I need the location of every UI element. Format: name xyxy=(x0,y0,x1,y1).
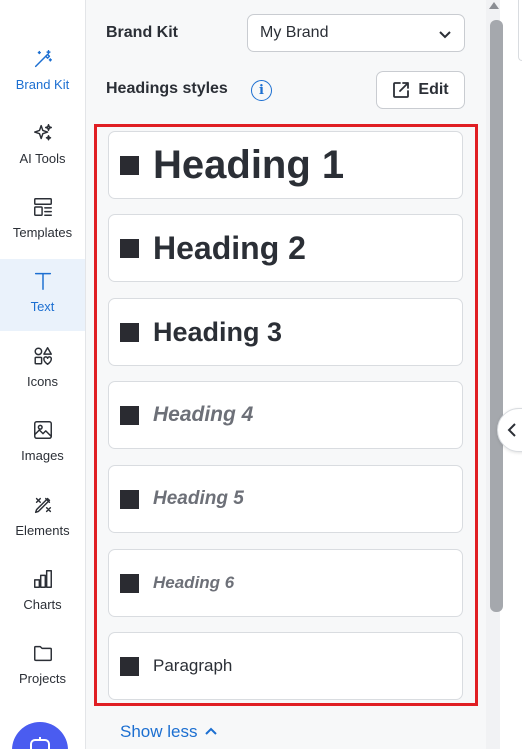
color-swatch[interactable] xyxy=(120,406,139,425)
edit-button-label: Edit xyxy=(418,81,449,98)
edit-button[interactable]: Edit xyxy=(376,71,465,109)
color-swatch[interactable] xyxy=(120,239,139,258)
brand-kit-label: Brand Kit xyxy=(106,24,178,41)
robot-icon xyxy=(30,737,50,749)
sparkles-icon xyxy=(31,121,55,145)
headings-styles-label: Headings styles xyxy=(106,80,228,97)
color-swatch[interactable] xyxy=(120,657,139,676)
headings-styles-row: Headings styles i Edit xyxy=(106,71,466,109)
rail-item-charts[interactable]: Charts xyxy=(0,557,85,629)
style-card-paragraph[interactable]: Paragraph xyxy=(108,632,463,700)
rail-item-label: Images xyxy=(21,448,64,463)
rail-item-projects[interactable]: Projects xyxy=(0,631,85,703)
text-styles-panel: Brand Kit My Brand Headings styles i Edi… xyxy=(86,0,486,749)
rail-item-label: Templates xyxy=(12,225,73,240)
color-swatch[interactable] xyxy=(120,156,139,175)
style-card-label: Heading 3 xyxy=(153,316,283,347)
show-less-link[interactable]: Show less xyxy=(120,722,218,742)
style-card-heading-5[interactable]: Heading 5 xyxy=(108,465,463,533)
brand-select[interactable]: My Brand xyxy=(247,14,465,52)
shapes-icon xyxy=(31,344,55,368)
style-card-label: Paragraph xyxy=(153,656,233,675)
rail-item-label: AI Tools xyxy=(19,151,66,166)
style-card-heading-3[interactable]: Heading 3 xyxy=(108,298,463,366)
rail-item-brand-kit[interactable]: Brand Kit xyxy=(0,37,85,109)
external-edit-icon xyxy=(393,82,410,98)
folder-icon xyxy=(31,641,55,665)
color-swatch[interactable] xyxy=(120,574,139,593)
brand-select-value: My Brand xyxy=(260,24,329,41)
rail-item-images[interactable]: Images xyxy=(0,408,85,480)
style-card-label: Heading 2 xyxy=(153,229,306,266)
rail-item-label: Charts xyxy=(23,597,62,612)
bar-chart-icon xyxy=(31,567,55,591)
rail-item-label: Projects xyxy=(19,671,66,686)
elements-icon xyxy=(31,493,55,517)
image-icon xyxy=(31,418,55,442)
chevron-down-icon xyxy=(438,27,452,41)
color-swatch[interactable] xyxy=(120,323,139,342)
canvas-edge xyxy=(510,0,522,749)
style-card-label: Heading 5 xyxy=(153,488,244,509)
text-icon xyxy=(31,269,55,293)
scrollbar-thumb[interactable] xyxy=(490,20,503,612)
rail-item-label: Brand Kit xyxy=(15,77,70,92)
style-card-label: Heading 4 xyxy=(153,403,254,426)
style-card-heading-2[interactable]: Heading 2 xyxy=(108,214,463,282)
assistant-bot-button[interactable] xyxy=(12,722,68,749)
style-card-heading-4[interactable]: Heading 4 xyxy=(108,381,463,449)
style-card-heading-6[interactable]: Heading 6 xyxy=(108,549,463,617)
info-icon[interactable]: i xyxy=(251,80,272,101)
show-less-label: Show less xyxy=(120,722,198,741)
chevron-up-icon xyxy=(205,727,218,735)
rail-item-ai-tools[interactable]: AI Tools xyxy=(0,111,85,183)
left-nav-rail: Brand Kit AI Tools Templates Text Icons … xyxy=(0,0,86,749)
brand-kit-row: Brand Kit My Brand xyxy=(106,14,466,52)
color-swatch[interactable] xyxy=(120,490,139,509)
templates-icon xyxy=(31,195,55,219)
rail-item-label: Elements xyxy=(15,523,70,538)
rail-item-label: Icons xyxy=(26,374,59,389)
chevron-left-icon xyxy=(507,423,516,437)
rail-item-label: Text xyxy=(30,299,55,314)
style-card-label: Heading 6 xyxy=(153,573,235,592)
scroll-up-arrow[interactable] xyxy=(489,2,499,9)
rail-item-elements[interactable]: Elements xyxy=(0,483,85,555)
magic-wand-icon xyxy=(31,47,55,71)
rail-item-templates[interactable]: Templates xyxy=(0,185,85,257)
rail-item-text[interactable]: Text xyxy=(0,259,85,331)
style-card-label: Heading 1 xyxy=(153,142,345,187)
rail-item-icons[interactable]: Icons xyxy=(0,334,85,406)
style-card-heading-1[interactable]: Heading 1 xyxy=(108,131,463,199)
